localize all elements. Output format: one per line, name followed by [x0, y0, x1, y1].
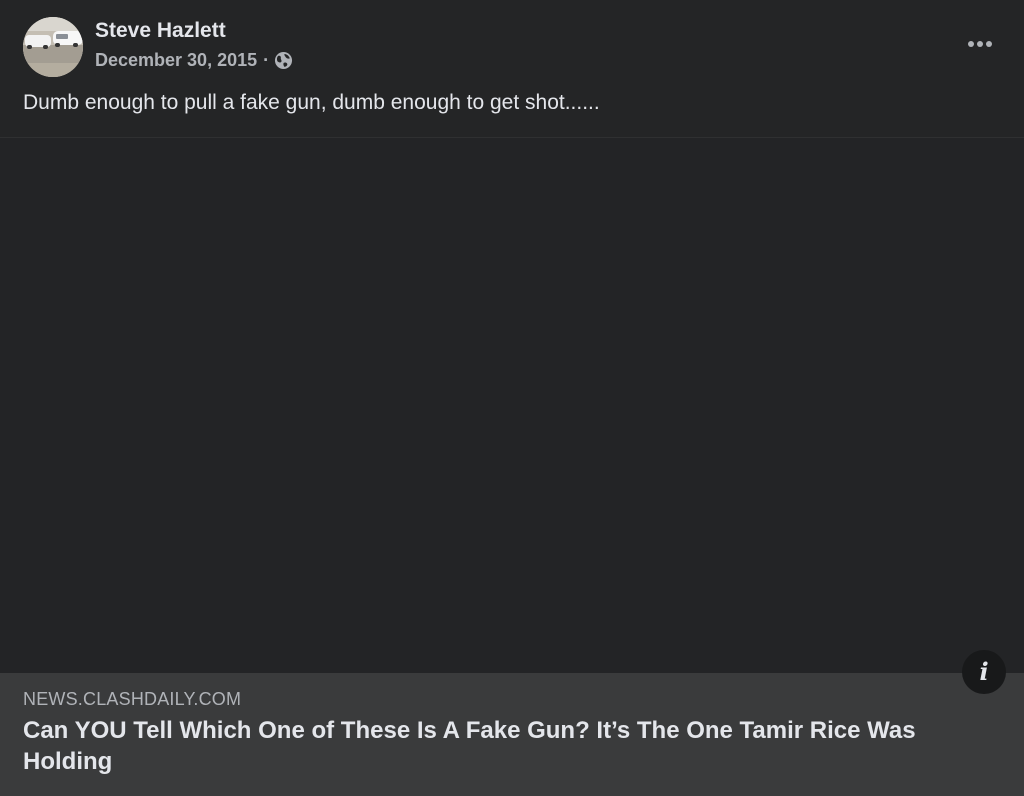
author-name[interactable]: Steve Hazlett [95, 19, 226, 43]
meta-separator: · [263, 50, 270, 70]
more-dot [977, 41, 983, 47]
link-preview-footer[interactable]: NEWS.CLASHDAILY.COM Can YOU Tell Which O… [0, 673, 1024, 796]
post-date[interactable]: December 30, 2015 [95, 50, 257, 71]
more-dot [986, 41, 992, 47]
globe-icon [274, 51, 293, 70]
more-dot [968, 41, 974, 47]
info-icon-glyph: i [979, 657, 989, 686]
link-headline[interactable]: Can YOU Tell Which One of These Is A Fak… [23, 715, 983, 777]
info-icon[interactable]: i [962, 650, 1006, 694]
avatar-photo [23, 17, 83, 77]
post-text: Dumb enough to pull a fake gun, dumb eno… [23, 91, 600, 114]
more-options-icon[interactable] [964, 30, 996, 58]
post-meta: December 30, 2015 · [95, 50, 293, 71]
author-avatar[interactable] [23, 17, 83, 77]
link-domain: NEWS.CLASHDAILY.COM [23, 689, 242, 709]
post-header: Steve Hazlett December 30, 2015 · [0, 0, 1024, 90]
facebook-post: Steve Hazlett December 30, 2015 · Dumb e… [0, 0, 1024, 796]
link-preview-image[interactable] [0, 137, 1024, 674]
